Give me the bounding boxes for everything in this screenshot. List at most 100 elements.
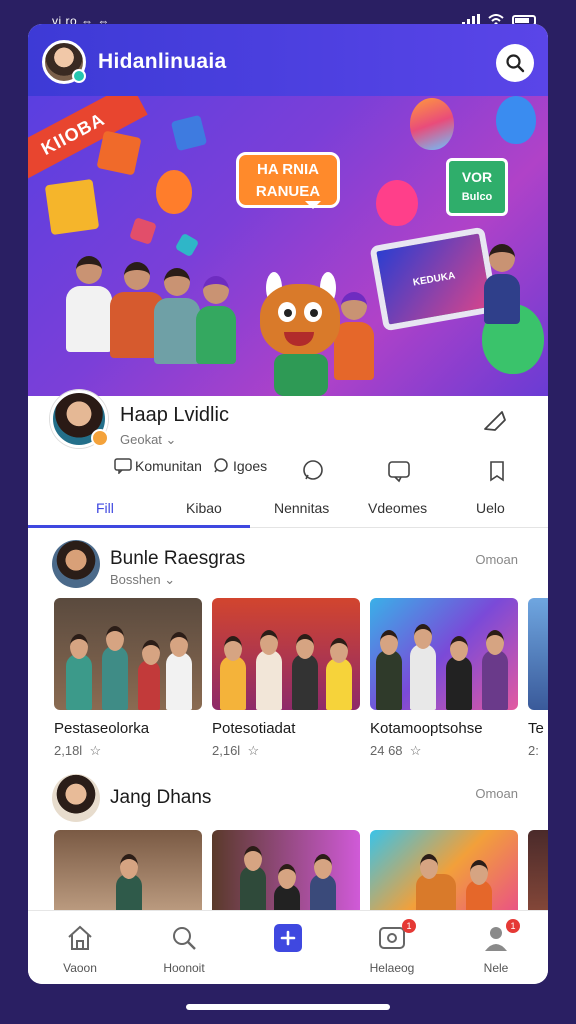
section-header: Bunle Raesgras Bosshen ⌄ Omoan: [52, 540, 524, 590]
section-title: Bunle Raesgras: [110, 548, 246, 569]
bookmark-icon[interactable]: [484, 458, 510, 484]
tab-nennitas[interactable]: Nennitas: [274, 500, 329, 516]
section-title: Jang Dhans: [110, 787, 212, 808]
search-button[interactable]: [496, 44, 534, 82]
video-title: Pestaseolorka: [54, 720, 150, 737]
notification-badge: 1: [402, 919, 416, 933]
nav-notifications[interactable]: 1 Helaeog: [340, 911, 444, 984]
star-icon: ☆: [89, 743, 102, 758]
balloon-decoration: [410, 98, 454, 150]
vote-board: VOR Bulco: [446, 158, 508, 216]
video-card[interactable]: Pestaseolorka 2,18l ☆: [54, 598, 202, 759]
home-indicator[interactable]: [186, 1004, 390, 1010]
nav-profile-label: Nele: [483, 961, 509, 975]
profile-avatar[interactable]: [50, 390, 109, 448]
nav-search-label: Hoonoit: [163, 961, 205, 975]
chat-icon: [114, 458, 132, 474]
vote-board-line: Bulco: [461, 191, 493, 203]
profile-name: Haap Lvidlic: [120, 404, 229, 426]
section-subtitle-text: Bosshen: [110, 572, 161, 587]
games-action-label: Igoes: [232, 458, 268, 474]
search-icon: [173, 927, 196, 950]
community-action-label: Komunitan: [135, 458, 202, 474]
tab-kibao[interactable]: Kibao: [186, 500, 222, 516]
video-meta: 24 68 ☆: [370, 743, 518, 759]
tab-fill[interactable]: Fill: [96, 500, 114, 516]
vote-board-line: VOR: [461, 169, 493, 185]
video-thumbnail[interactable]: [54, 830, 202, 910]
comment-icon[interactable]: [300, 458, 326, 484]
section-more-link[interactable]: Omoan: [475, 786, 518, 801]
video-views: 24 68: [370, 743, 403, 758]
tv-screen-text: KEDUKA: [411, 269, 457, 289]
profile-subtitle-text: Geokat: [120, 432, 162, 447]
video-meta: 2,18l ☆: [54, 743, 202, 759]
section-avatar[interactable]: [52, 774, 100, 822]
video-thumbnail[interactable]: [370, 830, 518, 910]
video-thumbnail: [370, 598, 518, 710]
tab-uelo[interactable]: Uelo: [476, 500, 505, 516]
nav-home-label: Vaoon: [63, 961, 97, 975]
nav-search[interactable]: Hoonoit: [132, 911, 236, 984]
video-thumbnail[interactable]: [212, 830, 360, 910]
app-header: Hidanlinuaia: [28, 24, 548, 96]
nav-notifications-label: Helaeog: [369, 961, 415, 975]
video-card[interactable]: Te 2:: [528, 598, 548, 758]
speech-line: HA RNIA: [257, 161, 319, 178]
active-tab-indicator: [28, 525, 250, 528]
profile-subtitle[interactable]: Geokat ⌄: [120, 432, 176, 448]
cover-banner: KIIOBA HA RNIA RANUEA VOR Bulco KEDUKA: [28, 96, 548, 396]
video-carousel: Pestaseolorka 2,18l ☆ Potesotiadat 2,16l…: [54, 598, 548, 768]
video-title: Potesotiadat: [212, 720, 296, 737]
nav-profile[interactable]: 1 Nele: [444, 911, 548, 984]
video-title: Te: [528, 720, 544, 737]
create-icon: [274, 924, 302, 952]
chat-bubble-icon: [214, 458, 228, 473]
section-subtitle[interactable]: Bosshen ⌄: [110, 572, 175, 588]
user-avatar[interactable]: [42, 40, 86, 84]
video-views: 2,18l: [54, 743, 83, 758]
app-window: Hidanlinuaia KIIOBA HA RNIA RANUEA VOR B…: [28, 24, 548, 984]
video-title: Kotamooptsohse: [370, 720, 483, 737]
banner-person: [196, 276, 236, 364]
video-carousel: [54, 830, 548, 910]
video-thumbnail: [528, 598, 548, 710]
dice-decoration: [170, 114, 208, 152]
video-meta: 2,16l ☆: [212, 743, 360, 759]
bottom-navigation: Vaoon Hoonoit 1 Helaeog 1 Nele: [28, 910, 548, 984]
banner-person: [66, 256, 112, 352]
section-more-link[interactable]: Omoan: [475, 552, 518, 567]
message-icon[interactable]: [386, 458, 412, 484]
home-icon: [68, 925, 92, 950]
video-thumbnail[interactable]: [528, 830, 548, 910]
games-action[interactable]: Igoes: [212, 458, 267, 474]
banner-mascot: [250, 272, 350, 396]
balloon-decoration: [496, 96, 536, 144]
video-card[interactable]: Potesotiadat 2,16l ☆: [212, 598, 360, 759]
balloon-decoration: [376, 180, 418, 226]
video-views: 2,16l: [212, 743, 241, 758]
video-meta: 2:: [528, 743, 548, 758]
nav-home[interactable]: Vaoon: [28, 911, 132, 984]
profile-tabs: Fill Kibao Nennitas Vdeomes Uelo: [28, 494, 548, 528]
gift-decoration: [44, 178, 100, 236]
balloon-decoration: [156, 170, 192, 214]
profile-actions: Komunitan Igoes: [114, 458, 267, 474]
online-status-dot: [72, 69, 86, 83]
video-card[interactable]: Kotamooptsohse 24 68 ☆: [370, 598, 518, 759]
video-views: 2:: [528, 743, 539, 758]
dice-decoration: [174, 232, 200, 258]
nav-create[interactable]: [236, 911, 340, 984]
section-avatar[interactable]: [52, 540, 100, 588]
section-header: Jang Dhans Omoan: [52, 774, 524, 824]
star-icon: ☆: [409, 743, 422, 758]
share-icon[interactable]: [482, 408, 508, 434]
star-icon: ☆: [247, 743, 260, 758]
tab-vdeomes[interactable]: Vdeomes: [368, 500, 427, 516]
video-thumbnail: [212, 598, 360, 710]
community-action[interactable]: Komunitan: [114, 458, 202, 474]
tv-screen: KEDUKA: [369, 226, 499, 332]
banner-speech-bubble: HA RNIA RANUEA: [236, 152, 340, 209]
chevron-down-icon: ⌄: [160, 572, 176, 587]
speech-line: RANUEA: [255, 183, 321, 200]
